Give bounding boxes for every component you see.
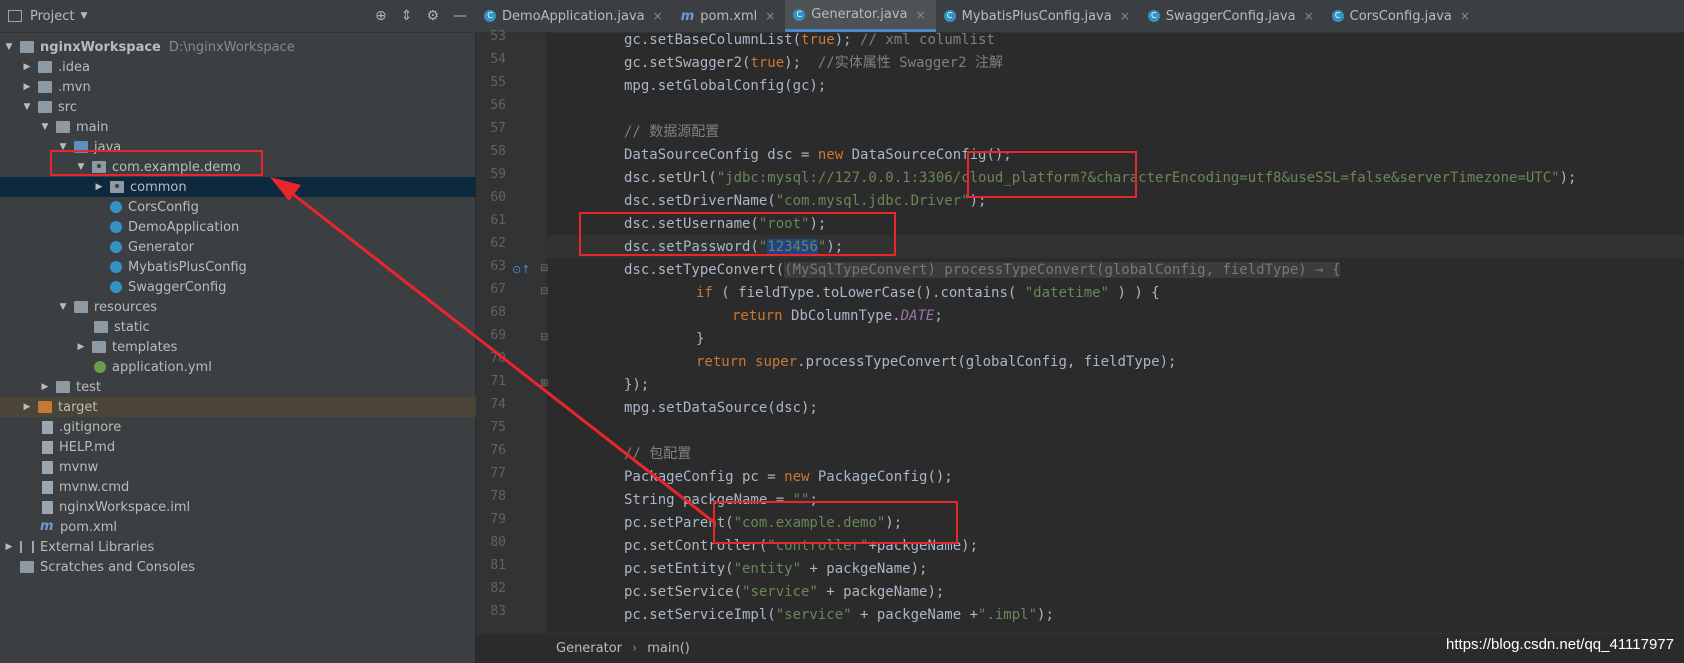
annotation-arrow [270,177,716,525]
arrow-line [284,186,716,525]
